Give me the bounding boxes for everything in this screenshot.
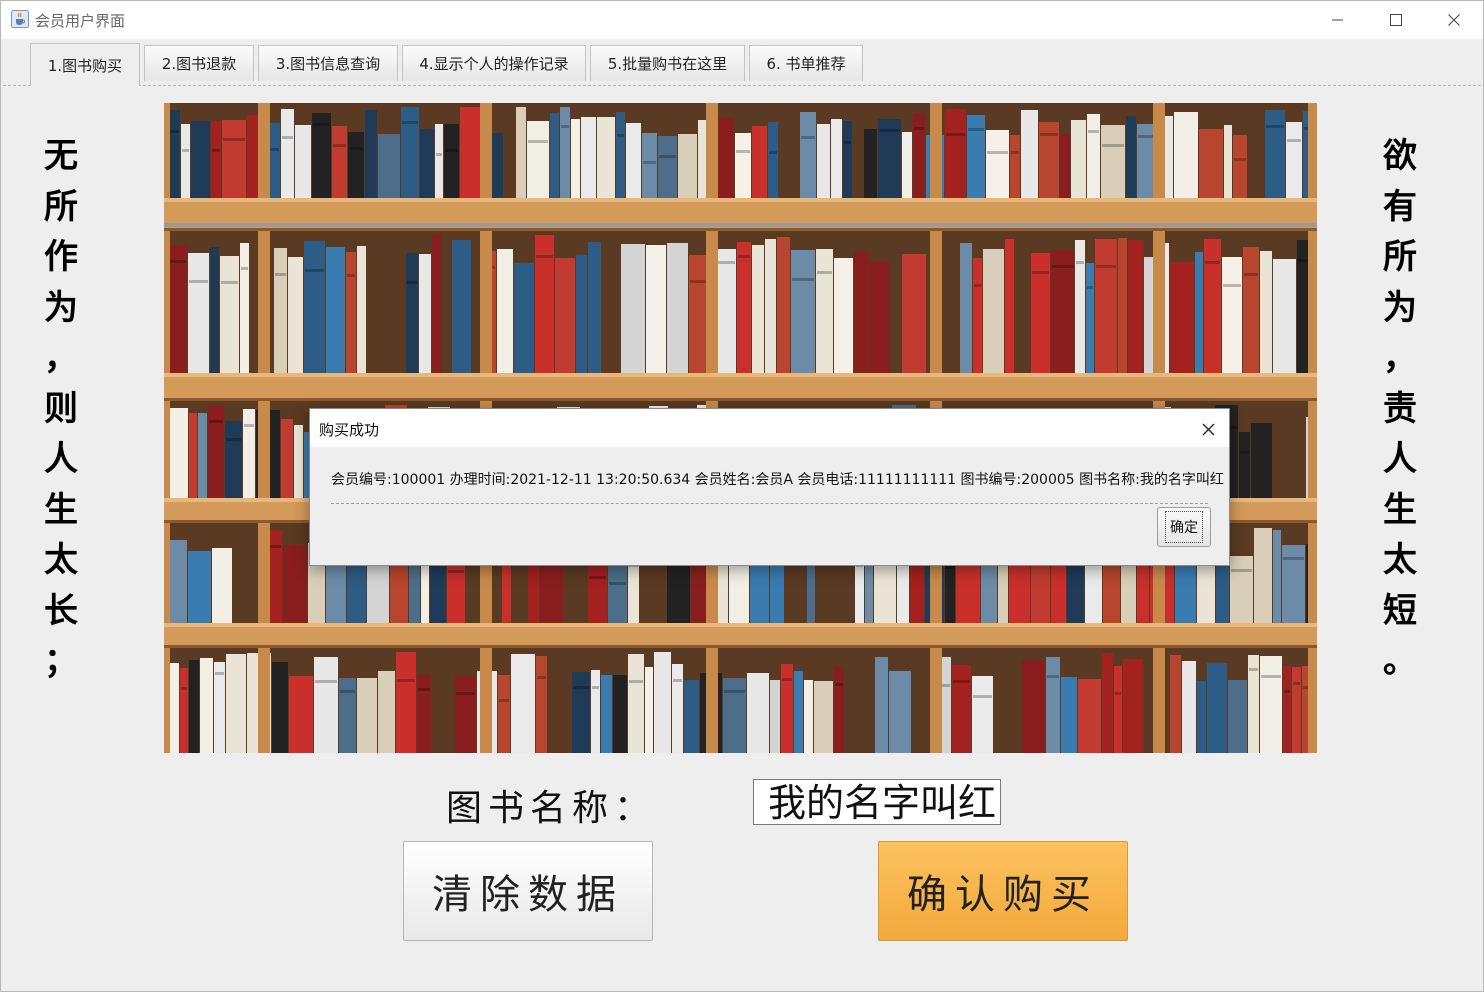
close-icon xyxy=(1448,14,1460,26)
quote-char: 长 xyxy=(44,590,78,631)
minimize-button[interactable] xyxy=(1309,1,1367,39)
confirm-purchase-button[interactable]: 确认购买 xyxy=(878,841,1128,941)
dialog-title-bar: 购买成功 xyxy=(310,409,1229,447)
book-name-input[interactable]: 我的名字叫红 xyxy=(753,779,1001,825)
quote-char: 。 xyxy=(1383,641,1417,681)
quote-char: 生 xyxy=(44,489,78,530)
right-vertical-quote: 欲 有 所 为 ， 责 人 生 太 短 。 xyxy=(1370,131,1430,687)
dialog-close-button[interactable] xyxy=(1196,417,1220,441)
quote-char: 人 xyxy=(1383,439,1417,479)
dialog-separator xyxy=(331,503,1208,504)
quote-char: ， xyxy=(44,338,78,378)
ok-button[interactable]: 确定 xyxy=(1157,507,1211,547)
clear-data-button[interactable]: 清除数据 xyxy=(403,841,653,941)
quote-char: 作 xyxy=(44,237,78,277)
quote-char: 欲 xyxy=(1383,136,1417,176)
quote-char: 有 xyxy=(1383,186,1417,227)
close-icon xyxy=(1202,423,1214,435)
quote-char: ； xyxy=(44,641,78,681)
purchase-success-dialog: 购买成功 会员编号:100001 办理时间:2021-12-11 13:20:5… xyxy=(309,408,1230,566)
quote-char: 太 xyxy=(1383,540,1417,580)
tab-book-recommendation[interactable]: 6. 书单推荐 xyxy=(749,45,863,81)
quote-char: 则 xyxy=(44,388,78,429)
dialog-message: 会员编号:100001 办理时间:2021-12-11 13:20:50.634… xyxy=(331,472,1224,488)
tab-separator xyxy=(3,85,1481,86)
quote-char: 责 xyxy=(1383,388,1417,429)
close-button[interactable] xyxy=(1425,1,1483,39)
quote-char: 短 xyxy=(1383,590,1417,631)
maximize-icon xyxy=(1390,14,1402,26)
tab-book-purchase[interactable]: 1.图书购买 xyxy=(30,43,140,86)
quote-char: 为 xyxy=(44,287,78,328)
java-cup-icon xyxy=(11,10,29,28)
maximize-button[interactable] xyxy=(1367,1,1425,39)
left-vertical-quote: 无 所 作 为 ， 则 人 生 太 长 ； xyxy=(31,131,91,687)
quote-char: 所 xyxy=(1383,237,1417,277)
minimize-icon xyxy=(1332,19,1343,21)
dialog-title: 购买成功 xyxy=(319,421,380,439)
quote-char: 无 xyxy=(44,136,78,176)
tab-operation-records[interactable]: 4.显示个人的操作记录 xyxy=(402,45,586,81)
quote-char: 所 xyxy=(44,186,78,227)
main-window: 会员用户界面 1.图书购买 2.图书退款 3.图书信息查询 4.显示个人的操作记… xyxy=(0,0,1484,992)
quote-char: 太 xyxy=(44,540,78,580)
book-name-value: 我的名字叫红 xyxy=(767,781,996,825)
quote-char: 生 xyxy=(1383,489,1417,530)
window-title: 会员用户界面 xyxy=(35,12,126,30)
quote-char: ， xyxy=(1383,338,1417,378)
quote-char: 人 xyxy=(44,439,78,479)
tab-book-info-query[interactable]: 3.图书信息查询 xyxy=(258,45,398,81)
quote-char: 为 xyxy=(1383,287,1417,328)
ok-button-label: 确定 xyxy=(1165,511,1203,543)
book-name-label: 图书名称： xyxy=(446,788,657,829)
title-bar: 会员用户界面 xyxy=(1,1,1483,39)
tab-book-refund[interactable]: 2.图书退款 xyxy=(144,45,254,81)
tab-batch-purchase[interactable]: 5.批量购书在这里 xyxy=(590,45,745,81)
